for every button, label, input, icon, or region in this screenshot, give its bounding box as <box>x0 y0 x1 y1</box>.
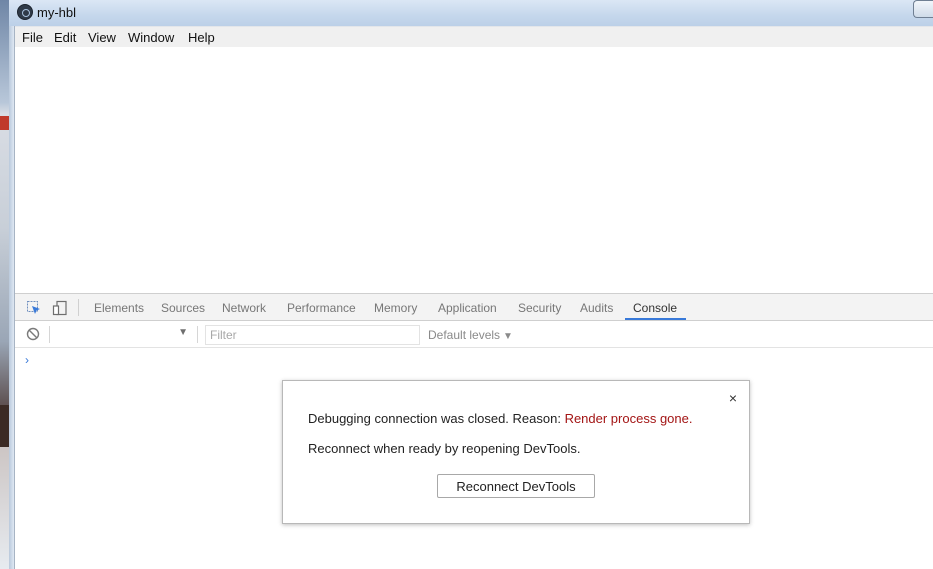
page-content <box>15 47 933 293</box>
menu-edit[interactable]: Edit <box>54 30 76 45</box>
tab-application[interactable]: Application <box>438 301 497 315</box>
log-levels-dropdown[interactable]: Default levels ▼ <box>428 328 513 342</box>
menu-view[interactable]: View <box>88 30 116 45</box>
minimize-button[interactable] <box>913 0 933 18</box>
tab-memory[interactable]: Memory <box>374 301 417 315</box>
log-levels-label: Default levels <box>428 328 501 342</box>
window-title: my-hbl <box>37 5 77 20</box>
inspect-element-icon[interactable] <box>26 300 42 316</box>
desktop-background <box>0 0 9 569</box>
message-prefix: Debugging connection was closed. Reason: <box>308 411 565 426</box>
tab-network[interactable]: Network <box>222 301 266 315</box>
reconnect-instruction: Reconnect when ready by reopening DevToo… <box>308 441 581 456</box>
active-tab-indicator <box>625 318 686 320</box>
tab-security[interactable]: Security <box>518 301 561 315</box>
menu-window[interactable]: Window <box>128 30 174 45</box>
tab-performance[interactable]: Performance <box>287 301 356 315</box>
tab-sources[interactable]: Sources <box>161 301 205 315</box>
menu-file[interactable]: File <box>22 30 43 45</box>
electron-icon <box>17 4 33 20</box>
devtools-tab-bar: Elements Sources Network Performance Mem… <box>15 294 933 321</box>
desktop-icon-fragment <box>0 116 9 130</box>
toolbar-divider <box>197 326 198 343</box>
close-icon[interactable]: × <box>729 390 737 406</box>
tab-elements[interactable]: Elements <box>94 301 144 315</box>
device-toolbar-icon[interactable] <box>52 300 68 316</box>
chevron-down-icon: ▼ <box>178 327 188 338</box>
console-toolbar: ▼ Default levels▼ <box>15 321 933 348</box>
tab-console[interactable]: Console <box>633 301 677 315</box>
connection-closed-message: Debugging connection was closed. Reason:… <box>308 411 692 426</box>
console-prompt-icon[interactable]: › <box>25 353 29 367</box>
close-reason: Render process gone. <box>564 411 693 426</box>
execution-context-select[interactable]: ▼ <box>51 325 194 344</box>
reconnect-devtools-button[interactable]: Reconnect DevTools <box>437 474 595 498</box>
window-titlebar[interactable]: my-hbl <box>9 0 933 26</box>
connection-closed-dialog: × Debugging connection was closed. Reaso… <box>282 380 750 524</box>
clear-console-icon[interactable] <box>26 327 40 341</box>
chevron-down-icon: ▼ <box>503 331 513 342</box>
tab-audits[interactable]: Audits <box>580 301 613 315</box>
menu-bar: File Edit View Window Help <box>15 26 933 47</box>
toolbar-divider <box>49 326 50 343</box>
toolbar-divider <box>78 299 79 316</box>
console-filter-input[interactable] <box>205 325 420 345</box>
desktop-icon-fragment <box>0 405 9 447</box>
menu-help[interactable]: Help <box>188 30 215 45</box>
